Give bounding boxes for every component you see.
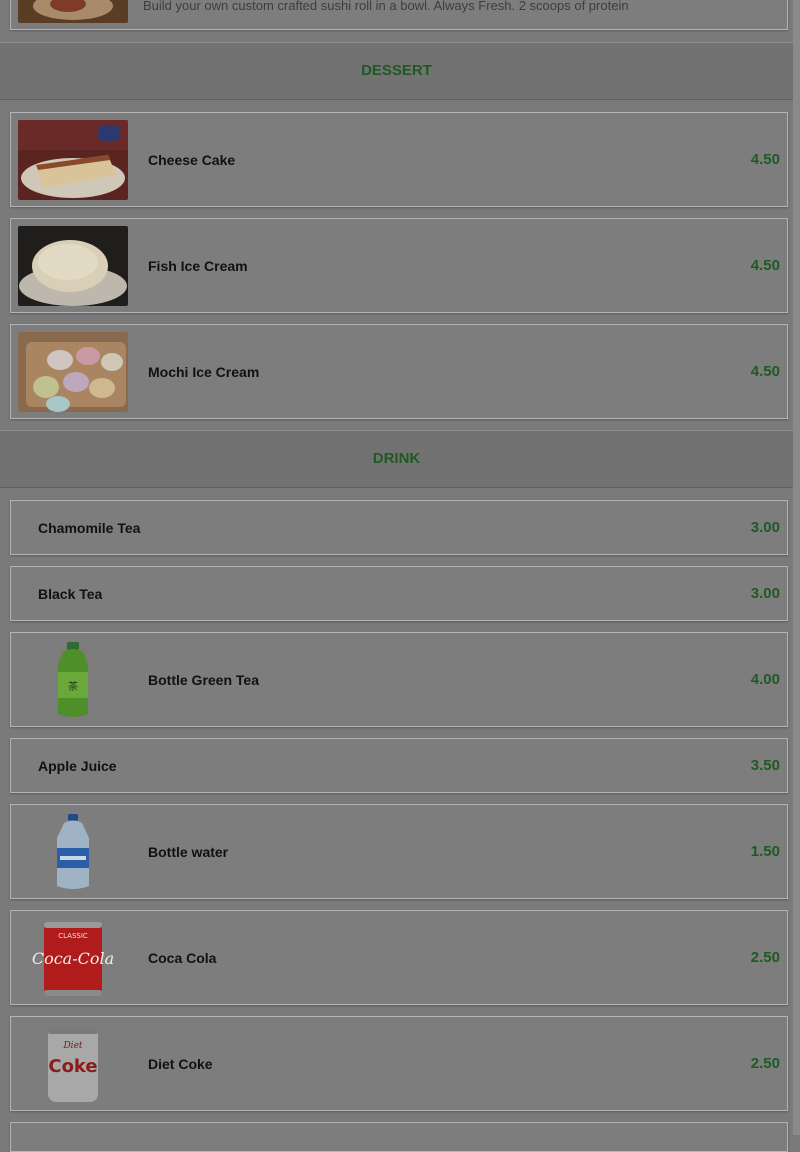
menu-item-cheese-cake[interactable]: Cheese Cake 4.50 bbox=[10, 112, 788, 207]
item-name: Coca Cola bbox=[148, 950, 217, 966]
item-price: 3.00 bbox=[750, 585, 780, 602]
coca-cola-can-photo: CLASSIC Coca-Cola bbox=[18, 918, 128, 998]
water-bottle-photo bbox=[18, 812, 128, 892]
menu-item-bottle-green-tea[interactable]: 茶 Bottle Green Tea 4.00 bbox=[10, 632, 788, 727]
item-name: Cheese Cake bbox=[148, 152, 236, 168]
green-tea-bottle-photo: 茶 bbox=[18, 640, 128, 720]
menu-item-fish-ice-cream[interactable]: Fish Ice Cream 4.50 bbox=[10, 218, 788, 313]
menu-item-mochi-ice-cream[interactable]: Mochi Ice Cream 4.50 bbox=[10, 324, 788, 419]
item-name: Diet Coke bbox=[148, 1056, 213, 1072]
fish-ice-cream-photo bbox=[18, 226, 128, 306]
mochi-photo bbox=[18, 332, 128, 412]
svg-text:茶: 茶 bbox=[68, 680, 78, 693]
svg-text:CLASSIC: CLASSIC bbox=[58, 932, 88, 940]
cheesecake-photo bbox=[18, 120, 128, 200]
item-name: Mochi Ice Cream bbox=[148, 364, 260, 380]
section-header-drink[interactable]: DRINK bbox=[0, 430, 793, 488]
svg-text:Diet: Diet bbox=[62, 1041, 82, 1051]
menu-item-sushi-bowl[interactable]: Build your own custom crafted sushi roll… bbox=[10, 0, 788, 30]
menu-item-apple-juice[interactable]: Apple Juice 3.50 bbox=[10, 738, 788, 793]
item-price: 2.50 bbox=[750, 949, 780, 966]
item-price: 2.50 bbox=[750, 1055, 780, 1072]
item-name: Bottle water bbox=[148, 844, 229, 860]
menu-item-black-tea[interactable]: Black Tea 3.00 bbox=[10, 566, 788, 621]
menu-item-coca-cola[interactable]: CLASSIC Coca-Cola Coca Cola 2.50 bbox=[10, 910, 788, 1005]
item-name: Apple Juice bbox=[38, 758, 117, 774]
item-price: 3.50 bbox=[750, 757, 780, 774]
item-price: 4.00 bbox=[750, 671, 780, 688]
item-price: 4.50 bbox=[750, 151, 780, 168]
diet-coke-can-photo: Diet Coke bbox=[18, 1024, 128, 1104]
menu-item-bottle-water[interactable]: Bottle water 1.50 bbox=[10, 804, 788, 899]
item-name: Chamomile Tea bbox=[38, 520, 141, 536]
menu-item-partial[interactable] bbox=[10, 1122, 788, 1152]
item-name: Black Tea bbox=[38, 586, 103, 602]
section-header-dessert[interactable]: DESSERT bbox=[0, 42, 793, 100]
sushi-bowl-description: Build your own custom crafted sushi roll… bbox=[143, 0, 629, 13]
svg-text:Coke: Coke bbox=[48, 1056, 97, 1077]
page-scrollbar[interactable] bbox=[793, 0, 800, 1135]
svg-text:Coca-Cola: Coca-Cola bbox=[32, 949, 114, 968]
item-price: 4.50 bbox=[750, 257, 780, 274]
sushi-bowl-photo bbox=[18, 0, 128, 23]
item-price: 1.50 bbox=[750, 843, 780, 860]
item-price: 3.00 bbox=[750, 519, 780, 536]
item-name: Fish Ice Cream bbox=[148, 258, 248, 274]
menu-item-chamomile-tea[interactable]: Chamomile Tea 3.00 bbox=[10, 500, 788, 555]
menu-item-diet-coke[interactable]: Diet Coke Diet Coke 2.50 bbox=[10, 1016, 788, 1111]
item-price: 4.50 bbox=[750, 363, 780, 380]
item-name: Bottle Green Tea bbox=[148, 672, 259, 688]
